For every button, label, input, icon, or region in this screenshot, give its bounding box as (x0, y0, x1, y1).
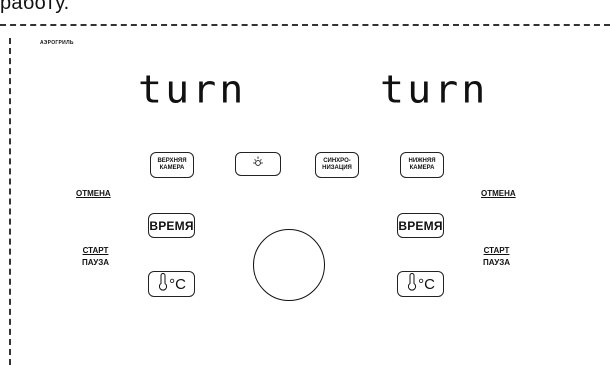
thermometer-icon (406, 273, 418, 295)
dashed-top-border (0, 24, 610, 26)
temperature-right-button[interactable]: °C (397, 271, 444, 297)
temperature-left-unit: °C (169, 275, 186, 293)
thermometer-icon (157, 273, 169, 295)
lower-chamber-button[interactable]: НИЖНЯЯ КАМЕРА (400, 152, 444, 178)
brand-label: АЭРОГРИЛЬ (40, 40, 74, 46)
right-display: turn (380, 68, 489, 112)
pause-right-label: ПАУЗА (483, 258, 510, 267)
sync-label-1: СИНХРО- (323, 158, 351, 164)
start-right-label: СТАРТ (483, 246, 510, 255)
pause-left-label: ПАУЗА (82, 258, 109, 267)
start-pause-right[interactable]: СТАРТ ПАУЗА (483, 245, 510, 269)
start-left-label: СТАРТ (82, 246, 109, 255)
sync-button[interactable]: СИНХРО- НИЗАЦИЯ (315, 152, 359, 178)
cancel-left-label[interactable]: ОТМЕНА (76, 188, 111, 200)
cancel-right-label[interactable]: ОТМЕНА (481, 188, 516, 200)
time-left-button[interactable]: ВРЕМЯ (148, 213, 195, 238)
lower-chamber-label-2: КАМЕРА (409, 165, 435, 171)
time-right-button[interactable]: ВРЕМЯ (397, 213, 444, 238)
left-display: turn (138, 68, 247, 112)
control-knob[interactable] (253, 229, 325, 301)
lamp-icon (251, 155, 265, 174)
upper-chamber-label-1: ВЕРХНЯЯ (157, 158, 187, 164)
sync-label-2: НИЗАЦИЯ (322, 165, 352, 171)
upper-chamber-button[interactable]: ВЕРХНЯЯ КАМЕРА (150, 152, 194, 178)
lamp-button[interactable] (235, 152, 281, 176)
temperature-left-button[interactable]: °C (148, 271, 195, 297)
upper-chamber-label-2: КАМЕРА (159, 165, 185, 171)
dashed-left-border (9, 38, 11, 365)
start-pause-left[interactable]: СТАРТ ПАУЗА (82, 245, 109, 269)
temperature-right-unit: °C (418, 275, 435, 293)
lower-chamber-label-1: НИЖНЯЯ (408, 158, 436, 164)
page-top-text: работу. (0, 0, 70, 14)
